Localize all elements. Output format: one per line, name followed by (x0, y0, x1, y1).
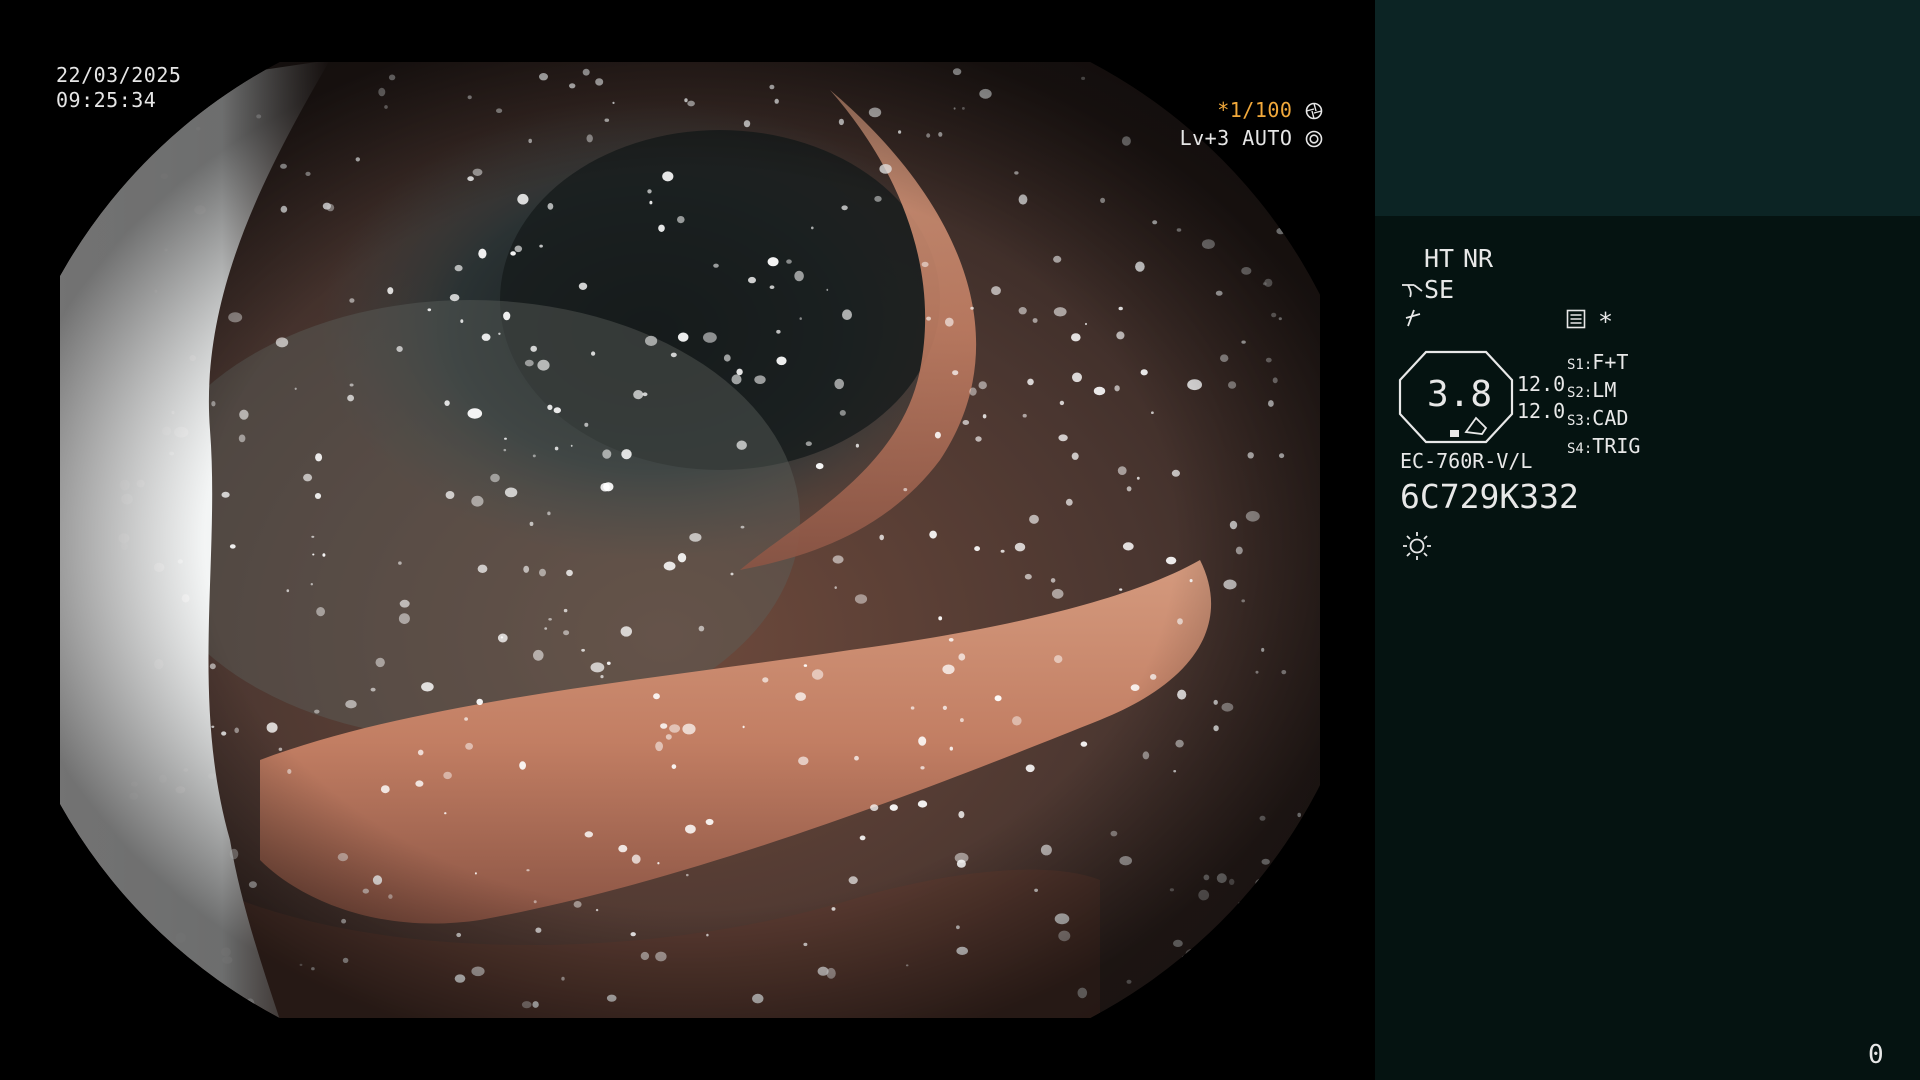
iris-mode-value: AUTO (1242, 126, 1293, 150)
scope-model: EC-760R-V/L (1400, 449, 1533, 473)
bubble-speck (1291, 890, 1302, 900)
bubble-speck (193, 72, 199, 77)
bubble-speck (1223, 148, 1233, 158)
switch-s2: S2:LM (1567, 378, 1617, 402)
endoscopic-view-area: 22/03/2025 09:25:34 *1/100 Lv+3 AUTO (0, 0, 1375, 1080)
switch-list: S1:F+T S2:LM S3:CAD S4:TRIG (1567, 350, 1640, 462)
bubble-speck (1222, 1001, 1226, 1004)
switch-s3: S3:CAD (1567, 406, 1629, 430)
scope-angle-icon (1402, 284, 1423, 298)
value-bottom: 12.0 (1517, 399, 1566, 423)
date-readout: 22/03/2025 (56, 63, 182, 87)
asterisk-indicator: * (1598, 307, 1614, 336)
frame-counter: 0 (1868, 1040, 1884, 1070)
zoom-value: 3.8 (1427, 374, 1493, 415)
bubble-speck (178, 977, 190, 986)
iris-icon (1305, 130, 1323, 148)
switch-s4: S4:TRIG (1567, 434, 1641, 458)
scope-serial: 6C729K332 (1400, 477, 1579, 516)
bubble-speck (1230, 953, 1241, 963)
bubble-speck (1286, 848, 1295, 859)
se-indicator: SE (1424, 275, 1455, 304)
endoscopy-image (60, 62, 1320, 1018)
light-icon (1403, 532, 1431, 560)
value-top: 12.0 (1517, 372, 1566, 396)
shutter-value: *1/100 (1217, 98, 1293, 122)
bubble-speck (138, 944, 154, 956)
level-value: Lv+3 (1179, 126, 1230, 150)
aperture-icon (1305, 102, 1323, 120)
shutter-readout: *1/100 (1217, 98, 1323, 122)
bubble-speck (1214, 965, 1223, 973)
enhance-icon (1405, 309, 1421, 327)
menu-list-icon (1566, 309, 1586, 329)
ht-indicator: HT (1424, 244, 1455, 273)
patient-info-area (1375, 0, 1920, 216)
time-readout: 09:25:34 (56, 88, 157, 112)
bubble-speck (1202, 954, 1208, 961)
switch-s1: S1:F+T (1567, 350, 1629, 374)
nr-indicator: NR (1463, 244, 1494, 273)
bubble-speck (212, 989, 222, 998)
settings-panel (1375, 216, 1920, 1080)
bubble-speck (223, 1003, 227, 1008)
exposure-readout: Lv+3 AUTO (1180, 126, 1323, 150)
bubble-speck (1272, 905, 1275, 909)
